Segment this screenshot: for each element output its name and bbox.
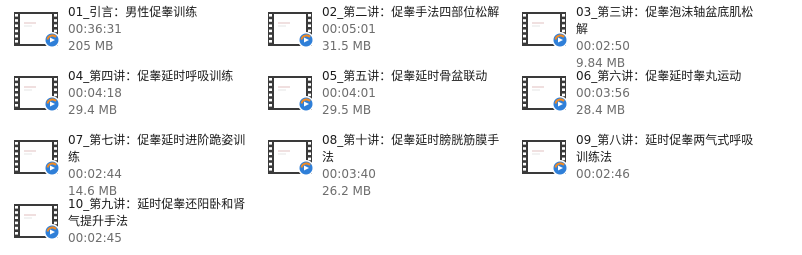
- file-meta: 05_第五讲：促睾延时骨盆联动 00:04:01 29.5 MB: [322, 68, 502, 119]
- file-item[interactable]: 08_第十讲：促睾延时膀胱筋膜手法 00:03:40 26.2 MB: [254, 128, 502, 198]
- file-meta: 01_引言：男性促睾训练 00:36:31 205 MB: [68, 4, 248, 55]
- file-size: 29.4 MB: [68, 103, 118, 117]
- video-file-icon: [14, 73, 62, 113]
- file-duration: 00:02:44: [68, 167, 122, 181]
- file-duration: 00:04:18: [68, 86, 122, 100]
- file-name: 10_第九讲：延时促睾还阳卧和肾气提升手法: [68, 197, 246, 228]
- video-file-icon: [522, 137, 570, 177]
- file-meta: 08_第十讲：促睾延时膀胱筋膜手法 00:03:40 26.2 MB: [322, 132, 502, 200]
- file-duration: 00:02:46: [576, 167, 630, 181]
- file-item[interactable]: 09_第八讲：延时促睾两气式呼吸训练法 00:02:46: [508, 128, 756, 188]
- file-meta: 07_第七讲：促睾延时进阶跪姿训练 00:02:44 14.6 MB: [68, 132, 248, 200]
- file-duration: 00:02:50: [576, 39, 630, 53]
- file-name: 07_第七讲：促睾延时进阶跪姿训练: [68, 133, 246, 164]
- file-name: 05_第五讲：促睾延时骨盆联动: [322, 69, 488, 83]
- file-duration: 00:05:01: [322, 22, 376, 36]
- file-item[interactable]: 01_引言：男性促睾训练 00:36:31 205 MB: [0, 0, 248, 60]
- file-name: 02_第二讲：促睾手法四部位松解: [322, 5, 500, 19]
- file-name: 01_引言：男性促睾训练: [68, 5, 198, 19]
- file-size: 205 MB: [68, 39, 114, 53]
- video-file-icon: [268, 73, 316, 113]
- file-size: 26.2 MB: [322, 184, 372, 198]
- file-meta: 02_第二讲：促睾手法四部位松解 00:05:01 31.5 MB: [322, 4, 502, 55]
- file-name: 09_第八讲：延时促睾两气式呼吸训练法: [576, 133, 754, 164]
- video-file-icon: [268, 9, 316, 49]
- file-size: 28.4 MB: [576, 103, 626, 117]
- file-item[interactable]: 05_第五讲：促睾延时骨盆联动 00:04:01 29.5 MB: [254, 64, 502, 124]
- file-item[interactable]: 06_第六讲：促睾延时睾丸运动 00:03:56 28.4 MB: [508, 64, 756, 124]
- video-file-icon: [268, 137, 316, 177]
- file-grid: 01_引言：男性促睾训练 00:36:31 205 MB 02_第二讲：促睾手法…: [0, 0, 802, 255]
- file-duration: 00:03:40: [322, 167, 376, 181]
- video-file-icon: [14, 137, 62, 177]
- video-file-icon: [14, 201, 62, 241]
- file-name: 03_第三讲：促睾泡沫轴盆底肌松解: [576, 5, 754, 36]
- file-size: 31.5 MB: [322, 39, 372, 53]
- file-name: 06_第六讲：促睾延时睾丸运动: [576, 69, 742, 83]
- file-item[interactable]: 02_第二讲：促睾手法四部位松解 00:05:01 31.5 MB: [254, 0, 502, 60]
- file-name: 08_第十讲：促睾延时膀胱筋膜手法: [322, 133, 500, 164]
- file-duration: 00:03:56: [576, 86, 630, 100]
- file-item[interactable]: 04_第四讲：促睾延时呼吸训练 00:04:18 29.4 MB: [0, 64, 248, 124]
- file-meta: 06_第六讲：促睾延时睾丸运动 00:03:56 28.4 MB: [576, 68, 756, 119]
- file-name: 04_第四讲：促睾延时呼吸训练: [68, 69, 234, 83]
- file-item[interactable]: 07_第七讲：促睾延时进阶跪姿训练 00:02:44 14.6 MB: [0, 128, 248, 198]
- video-file-icon: [522, 73, 570, 113]
- file-meta: 09_第八讲：延时促睾两气式呼吸训练法 00:02:46: [576, 132, 756, 183]
- file-meta: 03_第三讲：促睾泡沫轴盆底肌松解 00:02:50 9.84 MB: [576, 4, 756, 72]
- file-duration: 00:02:45: [68, 231, 122, 245]
- file-size: 29.5 MB: [322, 103, 372, 117]
- video-file-icon: [14, 9, 62, 49]
- file-meta: 04_第四讲：促睾延时呼吸训练 00:04:18 29.4 MB: [68, 68, 248, 119]
- file-meta: 10_第九讲：延时促睾还阳卧和肾气提升手法 00:02:45: [68, 196, 248, 247]
- file-duration: 00:04:01: [322, 86, 376, 100]
- video-file-icon: [522, 9, 570, 49]
- file-item[interactable]: 03_第三讲：促睾泡沫轴盆底肌松解 00:02:50 9.84 MB: [508, 0, 756, 70]
- file-item[interactable]: 10_第九讲：延时促睾还阳卧和肾气提升手法 00:02:45: [0, 192, 248, 252]
- file-duration: 00:36:31: [68, 22, 122, 36]
